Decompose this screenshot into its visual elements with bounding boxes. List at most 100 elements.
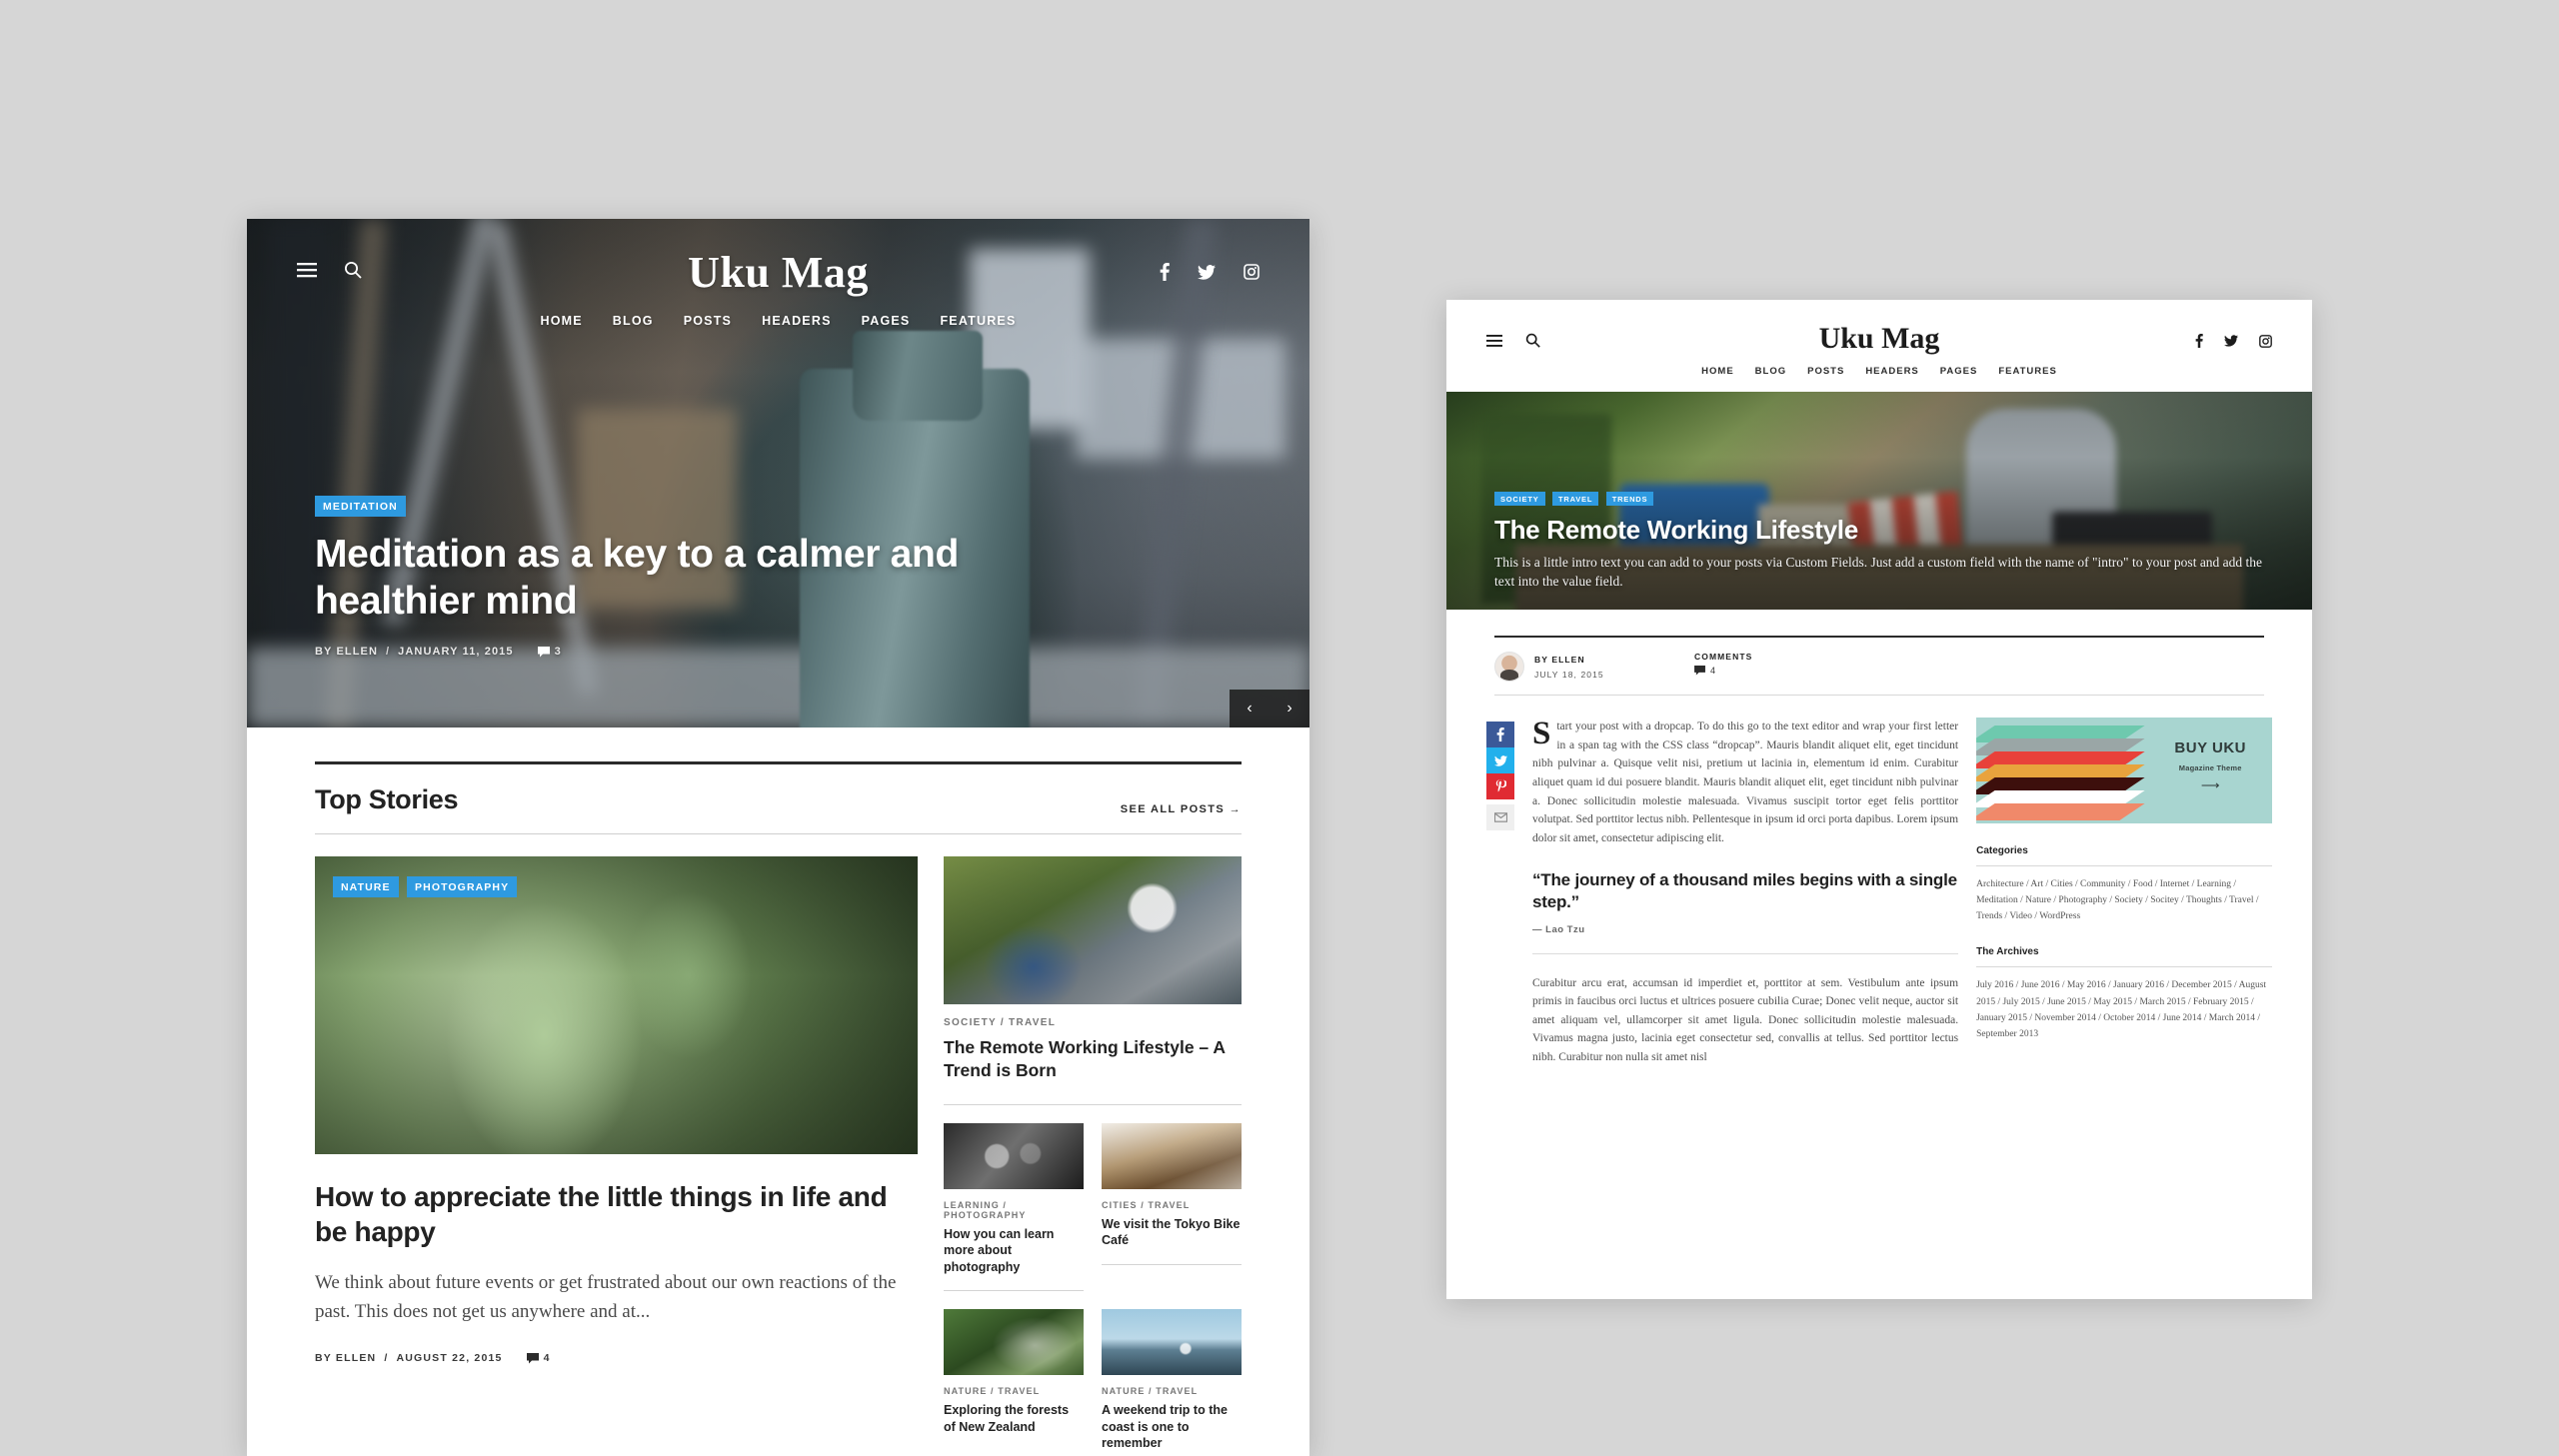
facebook-icon[interactable] — [1160, 263, 1170, 281]
post-hero-content: SOCIETY TRAVEL TRENDS The Remote Working… — [1494, 489, 2272, 592]
header-social-links — [1160, 263, 1260, 281]
featured-post-comments[interactable]: 4 — [526, 1352, 551, 1364]
hero-author[interactable]: BY ELLEN — [315, 646, 378, 658]
category-badge-nature[interactable]: NATURE — [333, 876, 399, 897]
main-navigation: HOME BLOG POSTS HEADERS PAGES FEATURES — [1446, 366, 2312, 377]
category-badge[interactable]: MEDITATION — [315, 495, 406, 517]
featured-post-title[interactable]: How to appreciate the little things in l… — [315, 1180, 918, 1249]
mini-post-categories[interactable]: CITIES / TRAVEL — [1102, 1200, 1242, 1210]
divider — [944, 1290, 1084, 1291]
nav-item-headers[interactable]: HEADERS — [1865, 366, 1918, 377]
post-hero-badges: SOCIETY TRAVEL TRENDS — [1494, 489, 2272, 507]
nav-item-home[interactable]: HOME — [540, 314, 582, 328]
envelope-icon — [1493, 812, 1507, 822]
list-item[interactable]: NATURE / TRAVEL Exploring the forests of… — [944, 1309, 1084, 1452]
mini-post-image[interactable] — [1102, 1122, 1242, 1189]
nav-item-home[interactable]: HOME — [1701, 366, 1734, 377]
featured-post-card[interactable]: NATURE PHOTOGRAPHY How to appreciate the… — [315, 856, 918, 1452]
twitter-icon[interactable] — [2224, 335, 2238, 347]
mini-post-title[interactable]: How you can learn more about photography — [944, 1226, 1084, 1276]
see-all-posts-link[interactable]: SEE ALL POSTS → — [1121, 803, 1242, 815]
divider — [944, 1103, 1242, 1105]
comment-icon — [526, 1352, 539, 1364]
categories-list[interactable]: Architecture / Art / Cities / Community … — [1976, 876, 2272, 924]
mini-post-categories[interactable]: NATURE / TRAVEL — [1102, 1386, 1242, 1396]
meta-separator: / — [386, 646, 391, 658]
archives-list[interactable]: July 2016 / June 2016 / May 2016 / Janua… — [1976, 977, 2272, 1042]
side-post-card[interactable]: SOCIETY / TRAVEL The Remote Working Life… — [944, 856, 1242, 1082]
side-post-image[interactable] — [944, 856, 1242, 1004]
side-post-categories[interactable]: SOCIETY / TRAVEL — [944, 1017, 1242, 1028]
hero-title[interactable]: Meditation as a key to a calmer and heal… — [315, 531, 975, 626]
ad-layer — [1976, 803, 2145, 820]
mini-post-image[interactable] — [944, 1122, 1084, 1189]
nav-item-features[interactable]: FEATURES — [940, 314, 1016, 328]
category-badge-photography[interactable]: PHOTOGRAPHY — [407, 876, 518, 897]
section-title: Top Stories — [315, 784, 459, 814]
facebook-icon[interactable] — [2195, 334, 2203, 348]
post-content-area: Start your post with a dropcap. To do th… — [1486, 717, 2272, 1067]
nav-item-pages[interactable]: PAGES — [862, 314, 911, 328]
mini-post-title[interactable]: A weekend trip to the coast is one to re… — [1102, 1402, 1242, 1452]
list-item[interactable]: LEARNING / PHOTOGRAPHY How you can learn… — [944, 1122, 1084, 1291]
email-share-button[interactable] — [1486, 804, 1514, 830]
mini-post-categories[interactable]: LEARNING / PHOTOGRAPHY — [944, 1200, 1084, 1220]
category-badge-society[interactable]: SOCIETY — [1494, 491, 1545, 506]
nav-item-blog[interactable]: BLOG — [1755, 366, 1786, 377]
comment-icon — [537, 646, 550, 657]
post-author-block: BY ELLEN JULY 18, 2015 — [1494, 652, 1694, 682]
featured-post-date: AUGUST 22, 2015 — [396, 1352, 503, 1365]
pinterest-icon — [1495, 779, 1506, 792]
slider-prev-button[interactable]: ‹ — [1230, 690, 1270, 728]
mini-post-title[interactable]: We visit the Tokyo Bike Café — [1102, 1216, 1242, 1249]
facebook-share-button[interactable] — [1486, 722, 1514, 747]
list-item[interactable]: NATURE / TRAVEL A weekend trip to the co… — [1102, 1309, 1242, 1452]
widget-categories: Categories Architecture / Art / Cities /… — [1976, 845, 2272, 924]
mini-post-image[interactable] — [1102, 1309, 1242, 1375]
nav-item-pages[interactable]: PAGES — [1940, 366, 1978, 377]
post-meta-bar: BY ELLEN JULY 18, 2015 COMMENTS 4 — [1494, 636, 2264, 696]
browser-window-single-post: Uku Mag HOME BLOG POSTS HEADERS PAGES FE… — [1446, 300, 2312, 1299]
top-stories-header: Top Stories SEE ALL POSTS → — [315, 761, 1242, 834]
post-date: JULY 18, 2015 — [1534, 669, 1604, 680]
twitter-icon[interactable] — [1198, 264, 1216, 280]
ad-subtitle: Magazine Theme — [2178, 763, 2242, 772]
pinterest-share-button[interactable] — [1486, 773, 1514, 799]
instagram-icon[interactable] — [1244, 264, 1260, 280]
top-stories-grid: NATURE PHOTOGRAPHY How to appreciate the… — [315, 856, 1242, 1452]
ad-banner[interactable]: BUY UKU Magazine Theme ⟶ — [1976, 718, 2272, 823]
instagram-icon[interactable] — [2259, 334, 2272, 348]
nav-item-features[interactable]: FEATURES — [1998, 366, 2057, 377]
nav-item-headers[interactable]: HEADERS — [762, 314, 832, 328]
post-hero-image: SOCIETY TRAVEL TRENDS The Remote Working… — [1446, 392, 2312, 610]
pullquote: “The journey of a thousand miles begins … — [1532, 869, 1959, 954]
twitter-share-button[interactable] — [1486, 747, 1514, 773]
site-brand[interactable]: Uku Mag — [1446, 322, 2312, 356]
divider — [1102, 1263, 1242, 1265]
mini-post-title[interactable]: Exploring the forests of New Zealand — [944, 1402, 1084, 1435]
mini-post-image[interactable] — [944, 1309, 1084, 1375]
post-author-name[interactable]: BY ELLEN — [1534, 655, 1604, 665]
hero-comment-count[interactable]: 3 — [537, 646, 562, 658]
social-share-column — [1486, 718, 1514, 1067]
hero-content: MEDITATION Meditation as a key to a calm… — [315, 495, 975, 658]
featured-post-author[interactable]: BY ELLEN — [315, 1352, 376, 1364]
category-badge-trends[interactable]: TRENDS — [1605, 491, 1654, 506]
hero-bg-shape — [247, 648, 1309, 728]
nav-item-blog[interactable]: BLOG — [613, 314, 654, 328]
category-badge-travel[interactable]: TRAVEL — [1551, 491, 1599, 506]
nav-item-posts[interactable]: POSTS — [1807, 366, 1844, 377]
facebook-icon — [1496, 728, 1504, 741]
article-body: Start your post with a dropcap. To do th… — [1532, 717, 1959, 1067]
slider-next-button[interactable]: › — [1270, 690, 1309, 728]
side-post-title[interactable]: The Remote Working Lifestyle – A Trend i… — [944, 1036, 1242, 1082]
mini-post-categories[interactable]: NATURE / TRAVEL — [944, 1386, 1084, 1396]
featured-post-image[interactable]: NATURE PHOTOGRAPHY — [315, 856, 918, 1154]
featured-post-meta: BY ELLEN / AUGUST 22, 2015 4 — [315, 1352, 918, 1364]
featured-post-excerpt: We think about future events or get frus… — [315, 1272, 897, 1322]
site-brand[interactable]: Uku Mag — [247, 247, 1309, 298]
nav-item-posts[interactable]: POSTS — [684, 314, 732, 328]
featured-post-badges: NATURE PHOTOGRAPHY — [333, 876, 521, 897]
comments-value[interactable]: 4 — [1694, 666, 1752, 676]
list-item[interactable]: CITIES / TRAVEL We visit the Tokyo Bike … — [1102, 1122, 1242, 1292]
